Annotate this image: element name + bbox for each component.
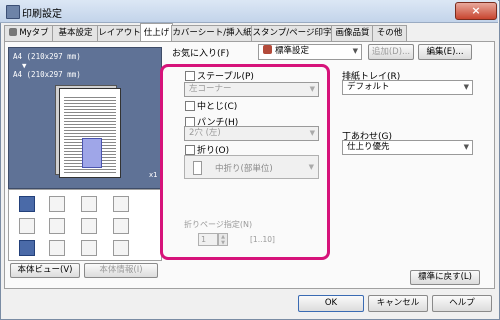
tab-layout[interactable]: レイアウト (97, 25, 142, 41)
favorites-edit-button[interactable]: 編集(E)... (418, 44, 472, 60)
device-icon (49, 240, 65, 256)
collate-value: 仕上り優先 (347, 142, 390, 152)
tab-basic[interactable]: 基本設定 (52, 25, 99, 41)
device-icon (19, 196, 35, 212)
close-button[interactable]: × (455, 2, 497, 20)
ok-button[interactable]: OK (298, 295, 364, 312)
device-icon (49, 196, 65, 212)
tab-label: Myタブ (19, 28, 49, 38)
printer-info-button[interactable]: 本体情報(I) (84, 263, 158, 278)
copies-label: x1 (149, 171, 158, 179)
favorites-add-button[interactable]: 追加(D)... (368, 44, 414, 60)
favorites-value: 標準設定 (275, 46, 310, 56)
device-icon (81, 218, 97, 234)
favorites-label: お気に入り(F) (172, 49, 230, 59)
printer-view-button[interactable]: 本体ビュー(V) (10, 263, 80, 278)
device-icon (113, 218, 129, 234)
fold-marker (82, 138, 102, 168)
cancel-button[interactable]: キャンセル (368, 295, 428, 312)
window-title: 印刷設定 (22, 9, 62, 20)
paper-preview: A4 (210x297 mm) ▼ A4 (210x297 mm) x1 (8, 47, 162, 189)
chevron-down-icon: ▼ (463, 83, 469, 91)
device-icon (81, 196, 97, 212)
tab-image-quality[interactable]: 画像品質 (331, 25, 374, 41)
device-options-grid (8, 189, 162, 261)
favorites-select[interactable]: 標準設定 ▼ (258, 44, 362, 60)
chevron-down-icon: ▼ (352, 47, 358, 55)
device-icon (113, 240, 129, 256)
chevron-down-icon: ▼ (463, 143, 469, 151)
collate-select[interactable]: 仕上り優先 ▼ (342, 140, 473, 155)
tab-cover-sheet[interactable]: カバーシート/挿入紙 (171, 25, 253, 41)
favorite-icon (263, 45, 272, 54)
paper-size-text: A4 (210x297 mm) ▼ A4 (210x297 mm) (13, 52, 81, 79)
device-icon (113, 196, 129, 212)
output-tray-value: デフォルト (347, 82, 390, 92)
tab-my-tab[interactable]: Myタブ (4, 25, 54, 41)
help-button[interactable]: ヘルプ (432, 295, 492, 312)
device-icon (81, 240, 97, 256)
tab-other[interactable]: その他 (372, 25, 407, 41)
printer-icon (6, 5, 20, 19)
tab-stamp[interactable]: スタンプ/ページ印字 (251, 25, 333, 41)
device-icon (19, 240, 35, 256)
user-icon (9, 28, 18, 36)
device-icon (19, 218, 35, 234)
restore-defaults-button[interactable]: 標準に戻す(L) (410, 270, 480, 285)
device-icon (49, 218, 65, 234)
output-tray-select[interactable]: デフォルト ▼ (342, 80, 473, 95)
title-bar (0, 0, 498, 23)
finishing-highlight (160, 64, 330, 260)
tab-finishing[interactable]: 仕上げ (140, 23, 173, 43)
